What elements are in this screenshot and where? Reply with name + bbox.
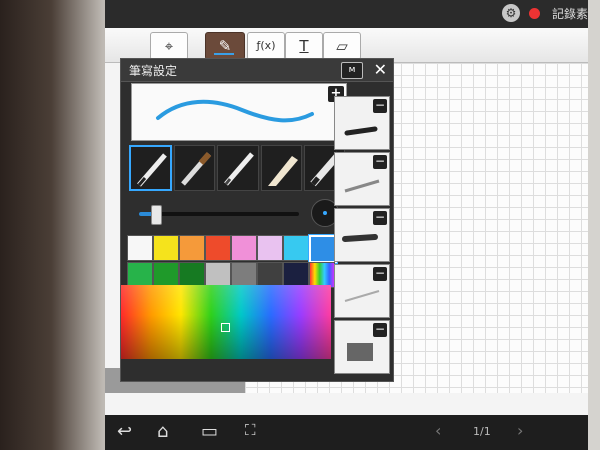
record-label[interactable]: 記錄素 bbox=[552, 5, 588, 22]
pen-preset[interactable]: − bbox=[334, 96, 390, 150]
remove-preset-button[interactable]: − bbox=[373, 267, 387, 281]
back-icon[interactable]: ↩ bbox=[117, 421, 132, 442]
calligraphy-pen-icon bbox=[267, 156, 298, 186]
page-indicator: 1/1 bbox=[473, 425, 491, 438]
pen-size-row bbox=[131, 199, 349, 227]
fountain-pen-icon bbox=[137, 153, 167, 187]
spectrum-marker[interactable] bbox=[221, 323, 230, 332]
pen-type-brush[interactable] bbox=[174, 145, 216, 191]
eraser-tool-button[interactable]: ▱ bbox=[323, 32, 361, 60]
record-icon[interactable] bbox=[529, 8, 540, 19]
pen-type-row bbox=[129, 145, 347, 191]
eraser-icon: ▱ bbox=[336, 37, 348, 55]
select-tool-button[interactable]: ⌖ bbox=[150, 32, 188, 60]
prev-page-icon[interactable]: ‹ bbox=[435, 421, 441, 440]
color-swatch[interactable] bbox=[179, 235, 205, 261]
remove-preset-button[interactable]: − bbox=[373, 99, 387, 113]
color-swatch[interactable] bbox=[205, 235, 231, 261]
brush-icon bbox=[181, 152, 212, 186]
pen-preset[interactable]: − bbox=[334, 320, 390, 374]
pencil-icon bbox=[224, 152, 255, 186]
preset-column: − − − − − bbox=[334, 96, 390, 376]
color-swatch[interactable] bbox=[308, 234, 338, 264]
color-swatch[interactable] bbox=[153, 235, 179, 261]
device-bezel-right bbox=[588, 0, 600, 450]
pen-tool-button[interactable]: ✎ bbox=[205, 32, 245, 60]
text-icon: T bbox=[299, 37, 309, 55]
panel-title: 筆寫設定 bbox=[129, 64, 178, 78]
formula-icon: ƒ(x) bbox=[256, 39, 276, 52]
system-nav-bar: ↩ ⌂ ▭ ⛶ ‹ 1/1 › bbox=[105, 415, 588, 450]
preset-list-button[interactable]: ᴍ bbox=[341, 62, 363, 79]
color-spectrum[interactable] bbox=[121, 285, 331, 359]
close-icon[interactable]: ✕ bbox=[374, 60, 387, 79]
pen-size-slider[interactable] bbox=[139, 212, 299, 216]
text-tool-button[interactable]: T bbox=[285, 32, 323, 60]
pen-type-calligraphy-pen[interactable] bbox=[260, 145, 302, 191]
color-swatch[interactable] bbox=[127, 235, 153, 261]
pen-preset[interactable]: − bbox=[334, 152, 390, 206]
color-swatch[interactable] bbox=[257, 235, 283, 261]
pen-color-underline bbox=[214, 53, 234, 55]
home-icon[interactable]: ⌂ bbox=[157, 421, 168, 442]
top-bar: ⚙ 記錄素 bbox=[105, 0, 588, 28]
formula-tool-button[interactable]: ƒ(x) bbox=[247, 32, 285, 60]
pen-preset[interactable]: − bbox=[334, 208, 390, 262]
pen-type-fountain-pen[interactable] bbox=[129, 145, 173, 191]
panel-header: 筆寫設定 ᴍ ✕ bbox=[121, 59, 393, 82]
color-swatch[interactable] bbox=[231, 235, 257, 261]
pen-size-thumb[interactable] bbox=[151, 205, 162, 225]
pen-preset[interactable]: − bbox=[334, 264, 390, 318]
stroke-preview bbox=[131, 83, 347, 141]
remove-preset-button[interactable]: − bbox=[373, 155, 387, 169]
preview-stroke bbox=[156, 99, 314, 123]
pen-type-pencil[interactable] bbox=[217, 145, 259, 191]
remove-preset-button[interactable]: − bbox=[373, 323, 387, 337]
remove-preset-button[interactable]: − bbox=[373, 211, 387, 225]
color-swatch[interactable] bbox=[283, 235, 309, 261]
screenshot-icon[interactable]: ⛶ bbox=[245, 421, 256, 439]
select-icon: ⌖ bbox=[164, 37, 174, 55]
next-page-icon[interactable]: › bbox=[517, 421, 523, 440]
gear-icon[interactable]: ⚙ bbox=[502, 4, 520, 22]
recent-apps-icon[interactable]: ▭ bbox=[201, 421, 218, 442]
